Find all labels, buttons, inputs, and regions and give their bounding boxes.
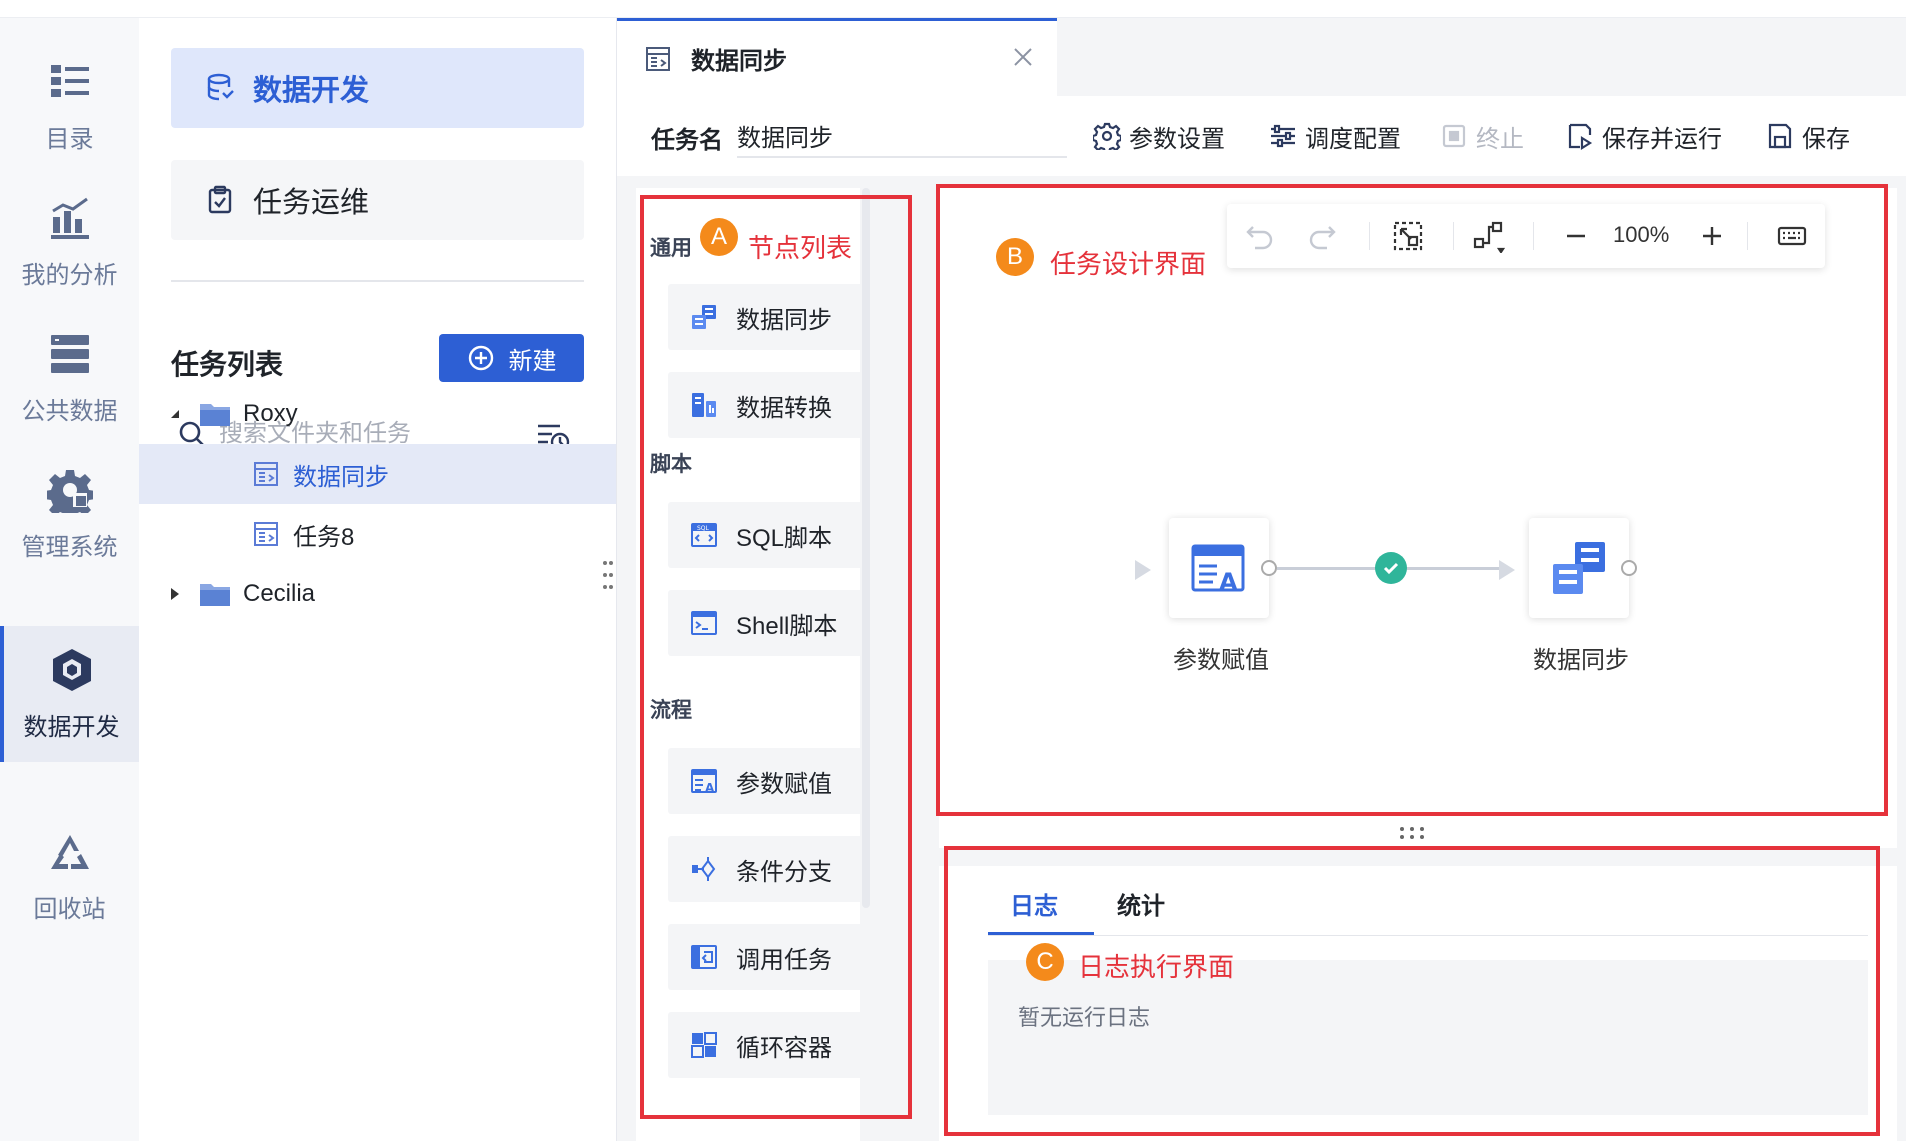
app-window: 目录 我的分析 公共数据 管理系统 数据开发 回收站 数据开发 任务运维 任务列… — [0, 0, 1906, 1141]
nav-item-data-dev[interactable]: 数据开发 — [0, 626, 139, 762]
left-nav: 目录 我的分析 公共数据 管理系统 数据开发 回收站 — [0, 18, 139, 1141]
param-settings-button[interactable]: 参数设置 — [1093, 118, 1225, 154]
nav-label: 数据开发 — [23, 713, 120, 741]
gear-icon — [1093, 122, 1121, 150]
caret-down-icon — [171, 410, 179, 418]
vertical-resize-handle[interactable] — [1397, 826, 1427, 840]
annotation-badge-c: C — [1026, 943, 1064, 981]
stop-label: 终止 — [1476, 125, 1524, 153]
save-label: 保存 — [1802, 125, 1850, 153]
public-data-icon — [50, 334, 89, 373]
close-icon[interactable] — [1011, 45, 1035, 69]
tree-label: 任务8 — [293, 523, 355, 551]
schedule-config-button[interactable]: 调度配置 — [1269, 118, 1401, 154]
nav-item-analysis[interactable]: 我的分析 — [0, 174, 139, 310]
save-and-run-button[interactable]: 保存并运行 — [1566, 118, 1722, 154]
tree-label: Roxy — [243, 400, 298, 427]
tree-folder-roxy[interactable]: Roxy — [139, 384, 616, 444]
save-run-icon — [1568, 123, 1593, 150]
nav-label: 管理系统 — [21, 533, 118, 561]
recycle-icon — [50, 834, 89, 869]
task-name-input[interactable] — [737, 114, 1067, 158]
task-file-icon — [254, 462, 278, 486]
tab-data-sync[interactable]: 数据同步 — [617, 18, 1057, 96]
toolbar: 任务名 参数设置 调度配置 终止 保存并运行 保存 — [617, 96, 1906, 176]
database-icon — [207, 73, 234, 101]
annotation-badge-b: B — [996, 238, 1034, 276]
gear-icon — [46, 469, 93, 513]
sliders-icon — [1271, 124, 1295, 148]
analysis-icon — [50, 197, 89, 239]
nav-item-catalog[interactable]: 目录 — [0, 38, 139, 174]
nav-label: 公共数据 — [21, 397, 118, 425]
top-bar — [0, 0, 1906, 18]
new-task-button[interactable]: 新建 — [439, 334, 584, 382]
save-icon — [1768, 123, 1792, 149]
nav-label: 目录 — [45, 125, 94, 153]
stop-button[interactable]: 终止 — [1440, 118, 1524, 154]
annotation-text-a: 节点列表 — [748, 233, 853, 263]
tree-folder-cecilia[interactable]: Cecilia — [139, 564, 616, 624]
panel-resize-handle[interactable] — [602, 555, 614, 595]
tree-task-data-sync[interactable]: 数据同步 — [139, 444, 616, 504]
annotation-box-a — [640, 195, 912, 1119]
nav-item-public-data[interactable]: 公共数据 — [0, 310, 139, 446]
schedule-config-label: 调度配置 — [1305, 125, 1401, 153]
nav-label: 我的分析 — [21, 261, 118, 289]
save-button[interactable]: 保存 — [1766, 118, 1850, 154]
menu-data-dev-button[interactable]: 数据开发 — [171, 48, 584, 128]
annotation-text-b: 任务设计界面 — [1050, 249, 1207, 279]
caret-right-icon — [171, 588, 179, 600]
menu-data-dev-label: 数据开发 — [253, 75, 370, 107]
new-task-label: 新建 — [508, 347, 557, 375]
param-settings-label: 参数设置 — [1129, 125, 1225, 153]
tree-label: Cecilia — [243, 580, 316, 607]
stop-icon — [1442, 124, 1466, 148]
task-panel: 数据开发 任务运维 任务列表 新建 Roxy 数据同步 — [139, 18, 617, 1141]
cube-icon — [52, 648, 91, 691]
tree-label: 数据同步 — [293, 463, 389, 491]
task-list-title: 任务列表 — [171, 349, 284, 380]
nav-item-management[interactable]: 管理系统 — [0, 446, 139, 582]
nav-label: 回收站 — [33, 895, 106, 923]
tree-task-8[interactable]: 任务8 — [139, 504, 616, 564]
folder-icon — [200, 404, 230, 426]
save-and-run-label: 保存并运行 — [1602, 125, 1722, 153]
menu-task-ops-label: 任务运维 — [253, 187, 370, 219]
annotation-badge-a: A — [700, 218, 738, 256]
folder-icon — [200, 584, 230, 606]
task-file-icon — [646, 46, 670, 71]
nav-item-recycle[interactable]: 回收站 — [0, 808, 139, 944]
task-name-label: 任务名 — [651, 127, 723, 154]
annotation-box-c — [944, 846, 1880, 1136]
clipboard-check-icon — [208, 185, 232, 214]
tab-title: 数据同步 — [691, 48, 787, 75]
plus-circle-icon — [468, 345, 493, 371]
annotation-text-c: 日志执行界面 — [1078, 952, 1235, 982]
catalog-icon — [50, 64, 89, 97]
menu-task-ops-button[interactable]: 任务运维 — [171, 160, 584, 240]
divider — [171, 280, 584, 282]
task-file-icon — [254, 522, 278, 546]
